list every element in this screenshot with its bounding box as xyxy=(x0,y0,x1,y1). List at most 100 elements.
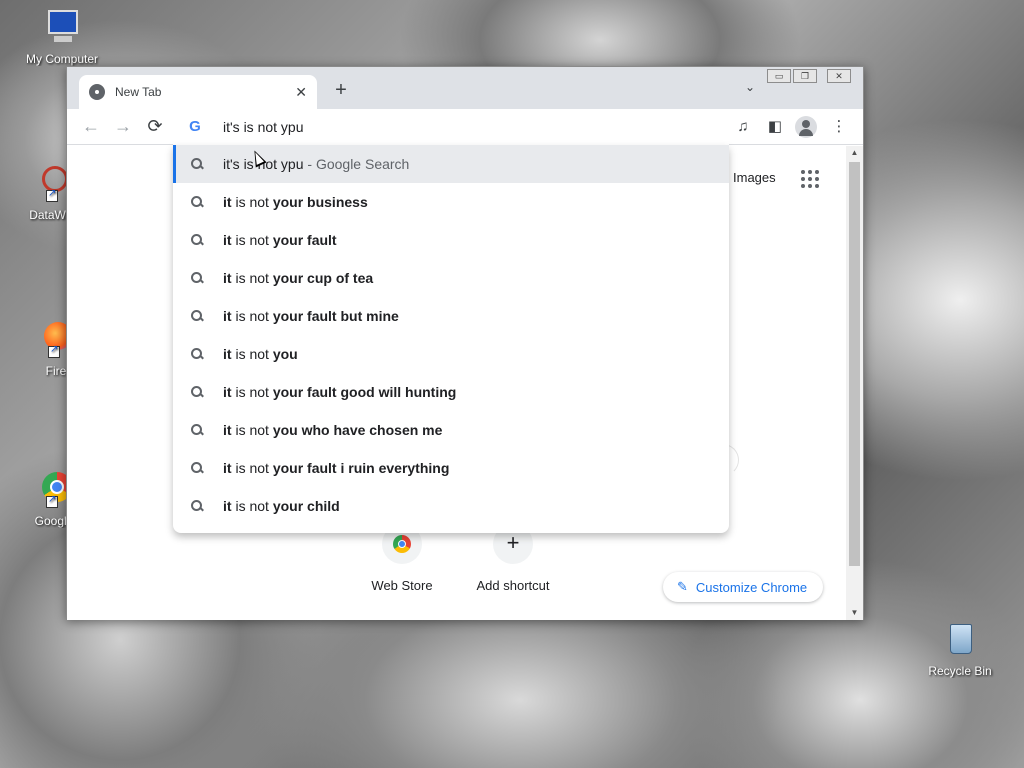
vertical-scrollbar[interactable]: ▲ ▼ xyxy=(846,146,863,620)
suggestion-text-part: it xyxy=(223,346,232,362)
tab-strip: New Tab ✕ + ⌄ ▭ ❐ ✕ xyxy=(67,67,863,109)
suggestion-text-part: your cup of tea xyxy=(272,270,374,286)
apps-grid-icon[interactable] xyxy=(801,170,819,188)
suggestion-text-part: it xyxy=(223,308,232,324)
desktop-icon-label: Recycle Bin xyxy=(928,664,992,678)
forward-button[interactable]: → xyxy=(113,117,133,137)
suggestion-text: it is not your fault but mine xyxy=(223,308,399,324)
suggestion-text: it is not your fault i ruin everything xyxy=(223,460,449,476)
suggestion-item[interactable]: it is not your fault i ruin everything xyxy=(173,449,729,487)
my-computer-icon xyxy=(42,8,82,48)
suggestion-item[interactable]: it is not your business xyxy=(173,183,729,221)
search-icon xyxy=(189,460,205,476)
shortcut-arrow-icon xyxy=(46,494,58,508)
suggestion-item[interactable]: it is not you who have chosen me xyxy=(173,411,729,449)
restore-button[interactable]: ❐ xyxy=(793,69,817,83)
suggestion-text-part: is not xyxy=(231,270,273,286)
suggestion-text-part: it xyxy=(223,232,232,248)
suggestion-text: it is not your child xyxy=(223,498,340,514)
suggestion-text-part: is not xyxy=(231,498,273,514)
shortcut-add[interactable]: + Add shortcut xyxy=(468,524,558,593)
scroll-down-icon[interactable]: ▼ xyxy=(846,606,863,620)
suggestion-text-part: is not xyxy=(231,384,273,400)
suggestion-text-part: you who have chosen me xyxy=(272,422,443,438)
desktop-icon-label: My Computer xyxy=(25,52,99,66)
suggestion-text-part: your fault xyxy=(272,232,337,248)
suggestion-text-part: it xyxy=(223,460,232,476)
suggestion-text-part: your business xyxy=(272,194,368,210)
menu-icon[interactable]: ⋮ xyxy=(829,117,849,137)
suggestion-item[interactable]: it is not your fault good will hunting xyxy=(173,373,729,411)
omnibox[interactable]: G it's is not ypu xyxy=(173,109,729,145)
search-icon xyxy=(189,498,205,514)
suggestion-text-part: is not xyxy=(231,346,273,362)
suggestion-text: it is not your cup of tea xyxy=(223,270,373,286)
suggestion-text-part: is not xyxy=(231,460,273,476)
profile-avatar[interactable] xyxy=(795,116,817,138)
search-icon xyxy=(189,270,205,286)
desktop-icon-recycle-bin[interactable]: Recycle Bin xyxy=(920,620,1000,678)
search-icon xyxy=(189,194,205,210)
new-tab-button[interactable]: + xyxy=(329,79,353,103)
pencil-icon: ✎ xyxy=(677,579,688,594)
suggestion-text-part: your fault good will hunting xyxy=(272,384,457,400)
google-logo-icon: G xyxy=(189,118,201,135)
suggestion-item[interactable]: it is not your child xyxy=(173,487,729,525)
search-icon xyxy=(189,346,205,362)
suggestion-text-part: it xyxy=(223,498,232,514)
search-icon xyxy=(189,156,205,172)
reload-button[interactable]: ⟳ xyxy=(145,117,165,137)
tab-title: New Tab xyxy=(115,85,162,99)
suggestion-text: it is not your business xyxy=(223,194,368,210)
desktop-icon-my-computer[interactable]: My Computer xyxy=(22,8,102,66)
suggestion-text: it is not your fault good will hunting xyxy=(223,384,456,400)
customize-chrome-button[interactable]: ✎ Customize Chrome xyxy=(663,572,824,602)
omnibox-input[interactable]: it's is not ypu xyxy=(223,119,304,135)
suggestion-text-part: is not xyxy=(231,194,273,210)
suggestion-text-part: it xyxy=(223,384,232,400)
tab-new-tab[interactable]: New Tab ✕ xyxy=(79,75,317,109)
scrollbar-thumb[interactable] xyxy=(849,162,860,566)
shortcut-label: Web Store xyxy=(371,578,433,593)
minimize-button[interactable]: ▭ xyxy=(767,69,791,83)
suggestion-item[interactable]: it is not your cup of tea xyxy=(173,259,729,297)
suggestion-text: it is not your fault xyxy=(223,232,337,248)
shortcut-arrow-icon xyxy=(48,344,60,358)
shortcut-web-store[interactable]: Web Store xyxy=(357,524,447,593)
suggestion-text-part: your fault but mine xyxy=(272,308,399,324)
search-icon xyxy=(189,384,205,400)
suggestion-text-part: your child xyxy=(272,498,340,514)
suggestion-text-part: your fault i ruin everything xyxy=(272,460,450,476)
search-icon xyxy=(189,232,205,248)
suggestion-item[interactable]: it is not you xyxy=(173,335,729,373)
images-link[interactable]: Images xyxy=(733,170,776,185)
scroll-up-icon[interactable]: ▲ xyxy=(846,146,863,160)
suggestion-text-part: it xyxy=(223,194,232,210)
chrome-favicon-icon xyxy=(89,84,105,100)
suggestion-text: it is not you who have chosen me xyxy=(223,422,442,438)
suggestion-text: it is not you xyxy=(223,346,298,362)
close-icon[interactable]: ✕ xyxy=(295,84,307,101)
chevron-down-icon[interactable]: ⌄ xyxy=(745,80,755,94)
suggestion-text-part: is not xyxy=(231,422,273,438)
suggestion-item[interactable]: it is not your fault xyxy=(173,221,729,259)
browser-window: New Tab ✕ + ⌄ ▭ ❐ ✕ ← → ⟳ ♫ ◧ ⋮ Images W… xyxy=(66,66,864,620)
suggestion-text-part: it xyxy=(223,270,232,286)
media-control-icon[interactable]: ♫ xyxy=(733,117,753,137)
close-window-button[interactable]: ✕ xyxy=(827,69,851,83)
omnibox-suggestions: it's is not ypu - Google Search it is not… xyxy=(173,145,729,533)
search-icon xyxy=(189,422,205,438)
suggestion-text-part: you xyxy=(272,346,298,362)
suggestion-item[interactable]: it is not your fault but mine xyxy=(173,297,729,335)
shortcut-arrow-icon xyxy=(46,188,58,202)
suggestion-text-part: is not xyxy=(231,232,273,248)
customize-label: Customize Chrome xyxy=(695,579,808,595)
search-icon xyxy=(189,308,205,324)
suggestion-text-part: is not xyxy=(231,308,273,324)
recycle-bin-icon xyxy=(940,620,980,660)
shortcut-label: Add shortcut xyxy=(476,578,550,593)
side-panel-icon[interactable]: ◧ xyxy=(765,117,785,137)
suggestion-text-part: it xyxy=(223,422,232,438)
back-button[interactable]: ← xyxy=(81,117,101,137)
suggestion-suffix: - Google Search xyxy=(303,156,410,172)
